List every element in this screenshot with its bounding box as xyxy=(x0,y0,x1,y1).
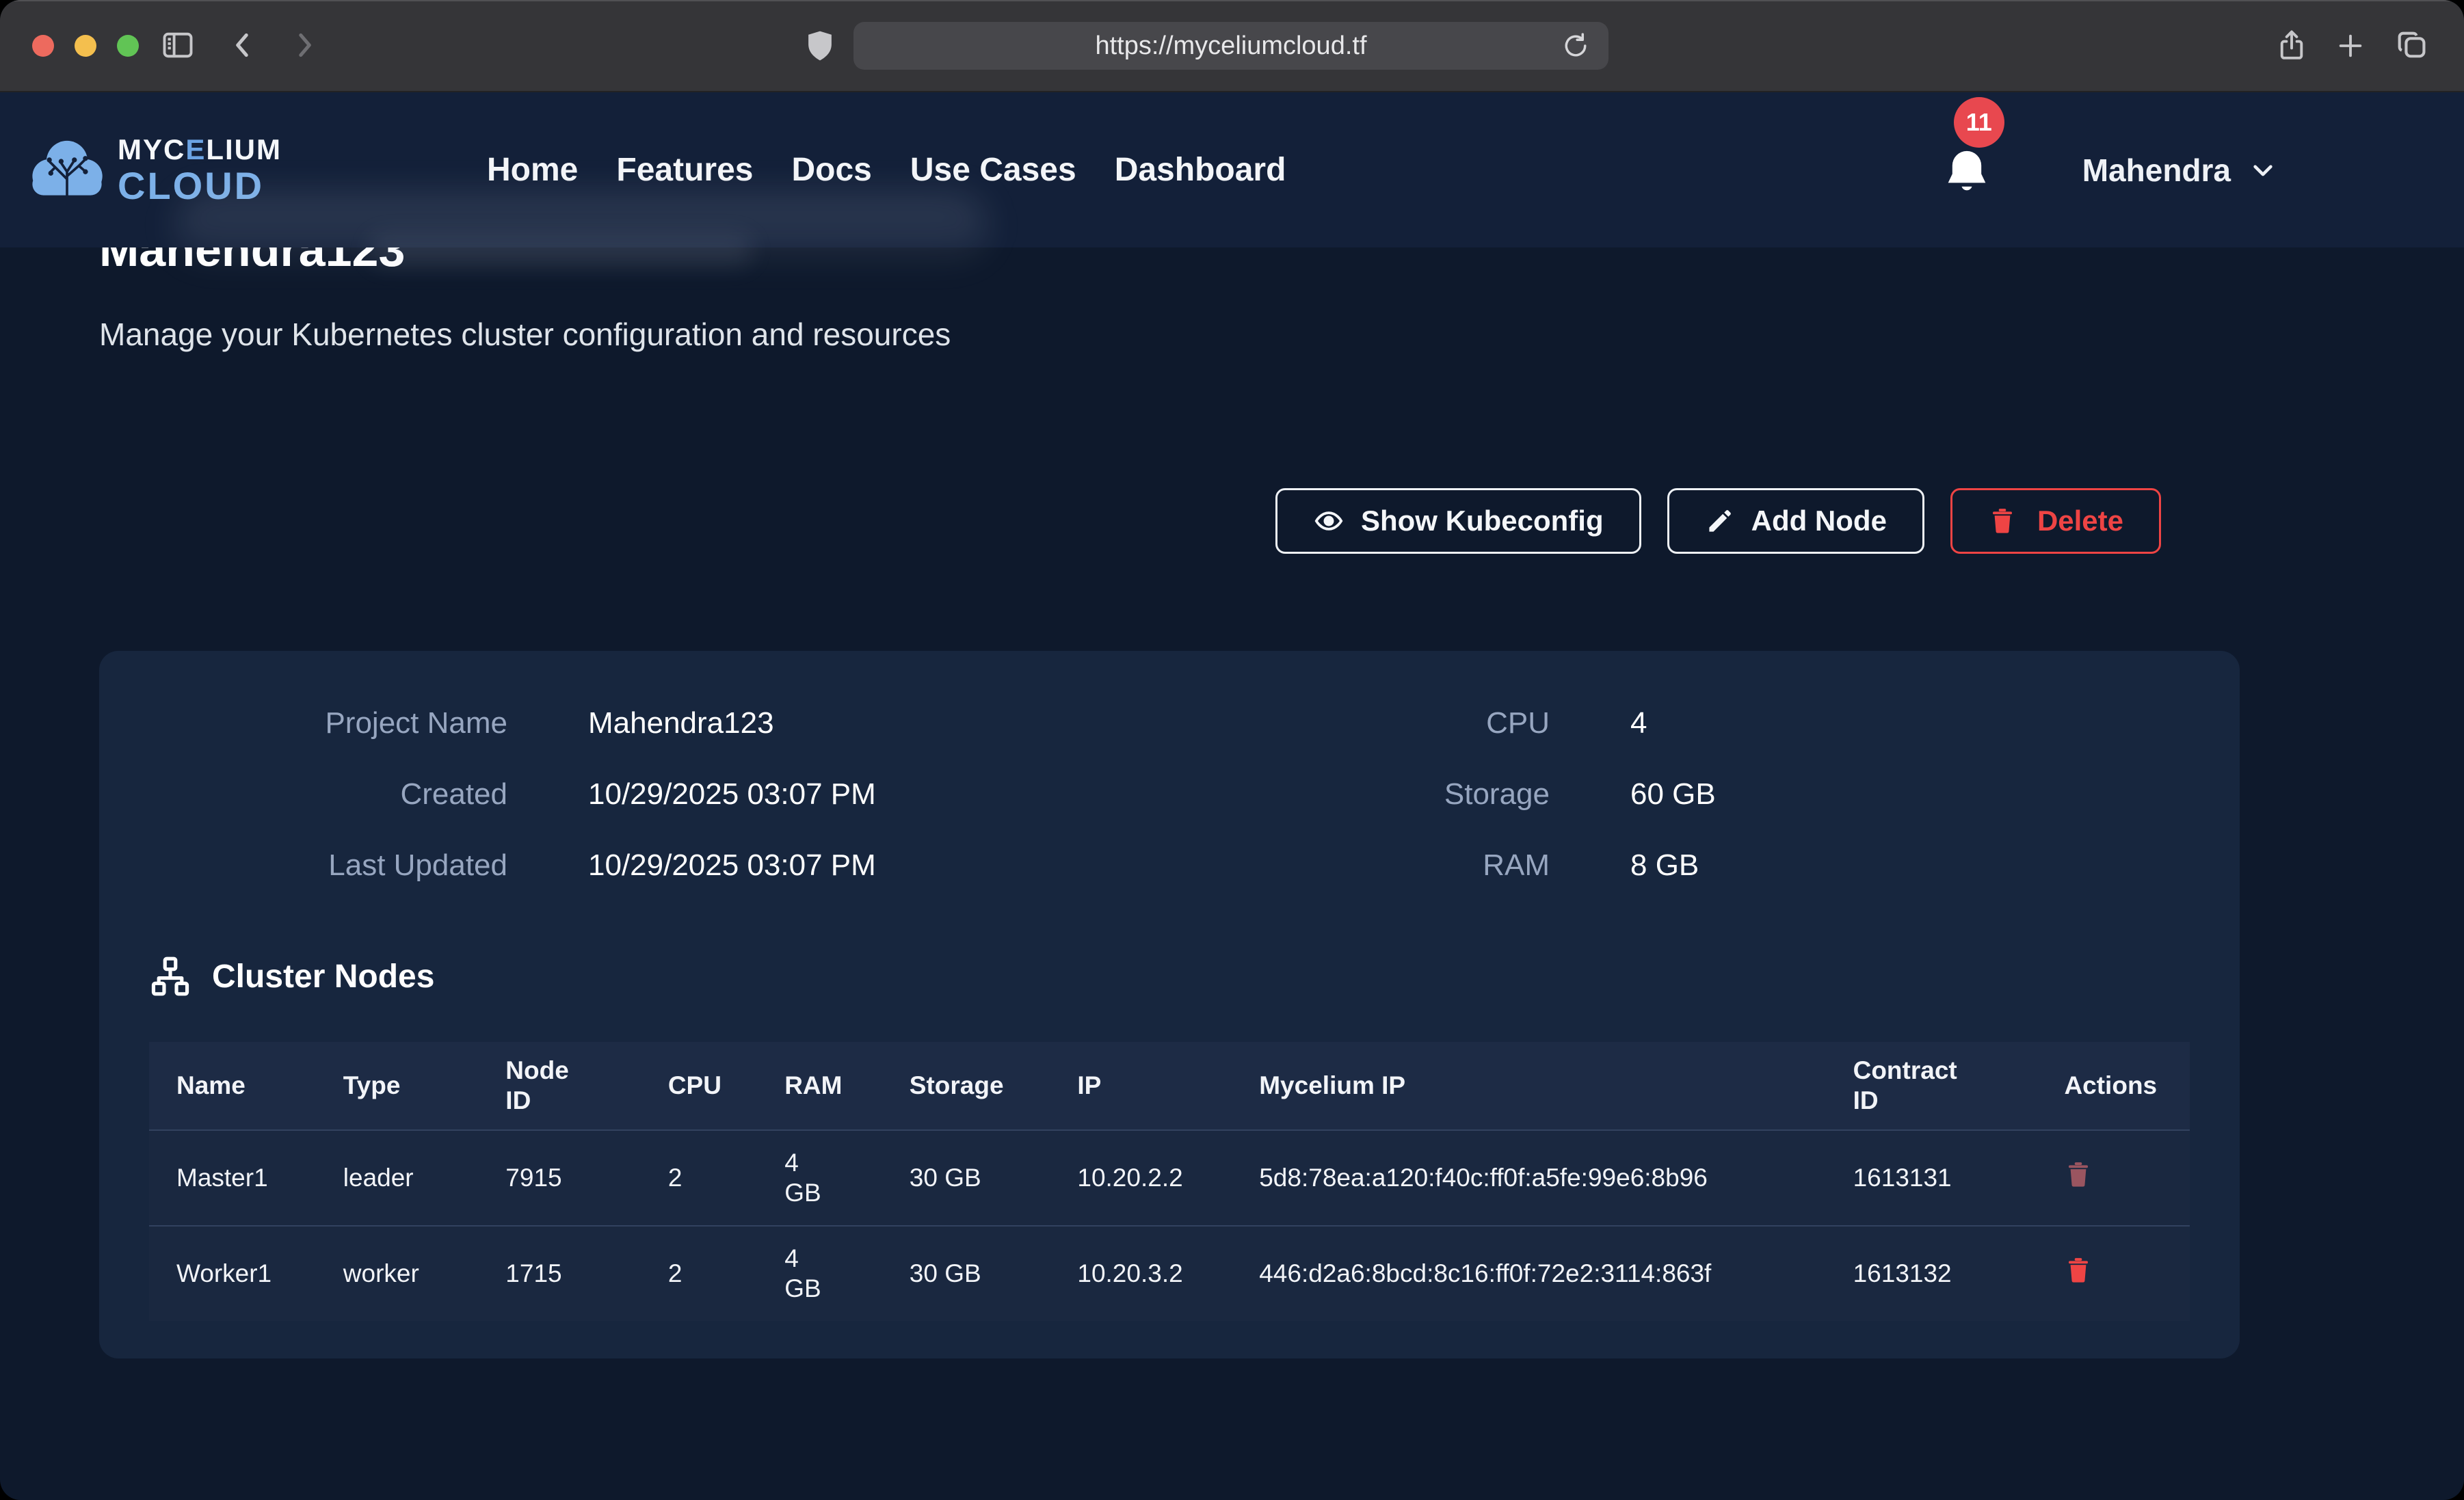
nav-link-home[interactable]: Home xyxy=(487,151,578,189)
info-value-cpu: 4 xyxy=(1550,706,2190,741)
show-kubeconfig-button[interactable]: Show Kubeconfig xyxy=(1275,488,1641,554)
info-value-project-name: Mahendra123 xyxy=(507,706,1148,741)
cluster-card: Project Name Mahendra123 CPU 4 Created 1… xyxy=(99,651,2240,1358)
url-text: https://myceliumcloud.tf xyxy=(1095,31,1366,61)
bell-icon xyxy=(1939,145,1995,201)
info-value-created: 10/29/2025 03:07 PM xyxy=(507,777,1148,812)
nodes-table: Name Type Node ID CPU RAM Storage IP Myc… xyxy=(149,1042,2190,1321)
column-header-contract-id: Contract ID xyxy=(1826,1042,2037,1130)
info-label-project-name: Project Name xyxy=(149,706,507,741)
delete-node-button[interactable] xyxy=(2064,1159,2093,1190)
column-header-type: Type xyxy=(316,1042,479,1130)
info-value-last-updated: 10/29/2025 03:07 PM xyxy=(507,848,1148,883)
column-header-mycelium-ip: Mycelium IP xyxy=(1232,1042,1825,1130)
back-button[interactable] xyxy=(226,27,260,63)
info-label-last-updated: Last Updated xyxy=(149,848,507,883)
eye-icon xyxy=(1313,505,1344,537)
delete-cluster-button[interactable]: Delete xyxy=(1950,488,2161,554)
close-window-button[interactable] xyxy=(32,35,54,57)
section-title: Cluster Nodes xyxy=(212,958,434,995)
plus-icon xyxy=(2333,30,2368,62)
cell-mycelium-ip: 5d8:78ea:a120:f40c:ff0f:a5fe:99e6:8b96 xyxy=(1232,1130,1825,1226)
cell-type: leader xyxy=(316,1130,479,1226)
cell-storage: 30 GB xyxy=(882,1226,1050,1321)
cluster-nodes-heading: Cluster Nodes xyxy=(149,955,2190,997)
cell-mycelium-ip: 446:d2a6:8bcd:8c16:ff0f:72e2:3114:863f xyxy=(1232,1226,1825,1321)
browser-chrome: https://myceliumcloud.tf xyxy=(0,0,2464,92)
tab-overview-button[interactable] xyxy=(2392,27,2430,63)
cell-ip: 10.20.2.2 xyxy=(1050,1130,1232,1226)
forward-button[interactable] xyxy=(287,27,321,63)
cell-contract-id: 1613131 xyxy=(1826,1130,2037,1226)
cell-cpu: 2 xyxy=(641,1226,757,1321)
table-row-worker1: Worker1 worker 1715 2 4 GB 30 GB 10.20.3… xyxy=(149,1226,2190,1321)
notification-bell[interactable]: 11 xyxy=(1939,139,2000,201)
column-header-ip: IP xyxy=(1050,1042,1232,1130)
url-bar[interactable]: https://myceliumcloud.tf xyxy=(853,22,1608,70)
share-icon xyxy=(2274,25,2309,66)
delete-node-button[interactable] xyxy=(2064,1255,2093,1286)
trash-icon xyxy=(2064,1159,2093,1190)
nav-link-features[interactable]: Features xyxy=(616,151,753,189)
cluster-page: Mahendra123 Manage your Kubernetes clust… xyxy=(0,222,2464,1358)
shield-icon[interactable] xyxy=(802,26,838,66)
trash-icon xyxy=(1988,505,2017,537)
nav-links: Home Features Docs Use Cases Dashboard xyxy=(487,151,1286,189)
info-label-created: Created xyxy=(149,777,507,812)
info-value-ram: 8 GB xyxy=(1550,848,2190,883)
cell-type: worker xyxy=(316,1226,479,1321)
trash-icon xyxy=(2064,1255,2093,1286)
network-icon xyxy=(149,955,191,997)
cell-storage: 30 GB xyxy=(882,1130,1050,1226)
cell-ip: 10.20.3.2 xyxy=(1050,1226,1232,1321)
nav-link-use-cases[interactable]: Use Cases xyxy=(910,151,1076,189)
cell-actions xyxy=(2037,1226,2190,1321)
table-header-row: Name Type Node ID CPU RAM Storage IP Myc… xyxy=(149,1042,2190,1130)
column-header-name: Name xyxy=(149,1042,316,1130)
cell-ram: 4 GB xyxy=(757,1226,882,1321)
tab-overview-icon xyxy=(2392,27,2430,63)
blurred-watermark-2 xyxy=(369,235,752,266)
cloud-logo-icon xyxy=(29,135,105,206)
reload-icon[interactable] xyxy=(1561,31,1591,68)
cell-ram: 4 GB xyxy=(757,1130,882,1226)
nav-link-docs[interactable]: Docs xyxy=(791,151,871,189)
cell-name: Worker1 xyxy=(149,1226,316,1321)
traffic-lights xyxy=(32,35,139,57)
pencil-icon xyxy=(1705,506,1735,536)
new-tab-button[interactable] xyxy=(2333,30,2368,62)
add-node-button[interactable]: Add Node xyxy=(1667,488,1924,554)
notification-badge: 11 xyxy=(1954,97,2004,148)
column-header-actions: Actions xyxy=(2037,1042,2190,1130)
brand-e-glyph: E xyxy=(185,133,206,165)
column-header-ram: RAM xyxy=(757,1042,882,1130)
zoom-window-button[interactable] xyxy=(117,35,139,57)
cell-node-id: 1715 xyxy=(478,1226,641,1321)
browser-window: https://myceliumcloud.tf xyxy=(0,0,2464,1500)
info-label-storage: Storage xyxy=(1148,777,1550,812)
table-row-master1: Master1 leader 7915 2 4 GB 30 GB 10.20.2… xyxy=(149,1130,2190,1226)
nav-link-dashboard[interactable]: Dashboard xyxy=(1115,151,1286,189)
chevron-down-icon xyxy=(2249,156,2277,185)
user-menu[interactable]: Mahendra xyxy=(2082,152,2277,189)
column-header-node-id: Node ID xyxy=(478,1042,641,1130)
cell-node-id: 7915 xyxy=(478,1130,641,1226)
cell-cpu: 2 xyxy=(641,1130,757,1226)
share-button[interactable] xyxy=(2274,25,2309,66)
column-header-storage: Storage xyxy=(882,1042,1050,1130)
minimize-window-button[interactable] xyxy=(75,35,96,57)
cell-contract-id: 1613132 xyxy=(1826,1226,2037,1321)
cell-name: Master1 xyxy=(149,1130,316,1226)
info-label-cpu: CPU xyxy=(1148,706,1550,741)
cell-actions xyxy=(2037,1130,2190,1226)
cluster-actions: Show Kubeconfig Add Node Delete xyxy=(99,488,2240,554)
info-label-ram: RAM xyxy=(1148,848,1550,883)
info-value-storage: 60 GB xyxy=(1550,777,2190,812)
user-name: Mahendra xyxy=(2082,152,2231,189)
page-subtitle: Manage your Kubernetes cluster configura… xyxy=(99,316,2240,353)
column-header-cpu: CPU xyxy=(641,1042,757,1130)
cluster-info: Project Name Mahendra123 CPU 4 Created 1… xyxy=(149,706,2190,883)
site-navbar: MYCELIUM CLOUD Home Features Docs Use Ca… xyxy=(0,92,2464,247)
sidebar-toggle-icon[interactable] xyxy=(159,27,197,63)
